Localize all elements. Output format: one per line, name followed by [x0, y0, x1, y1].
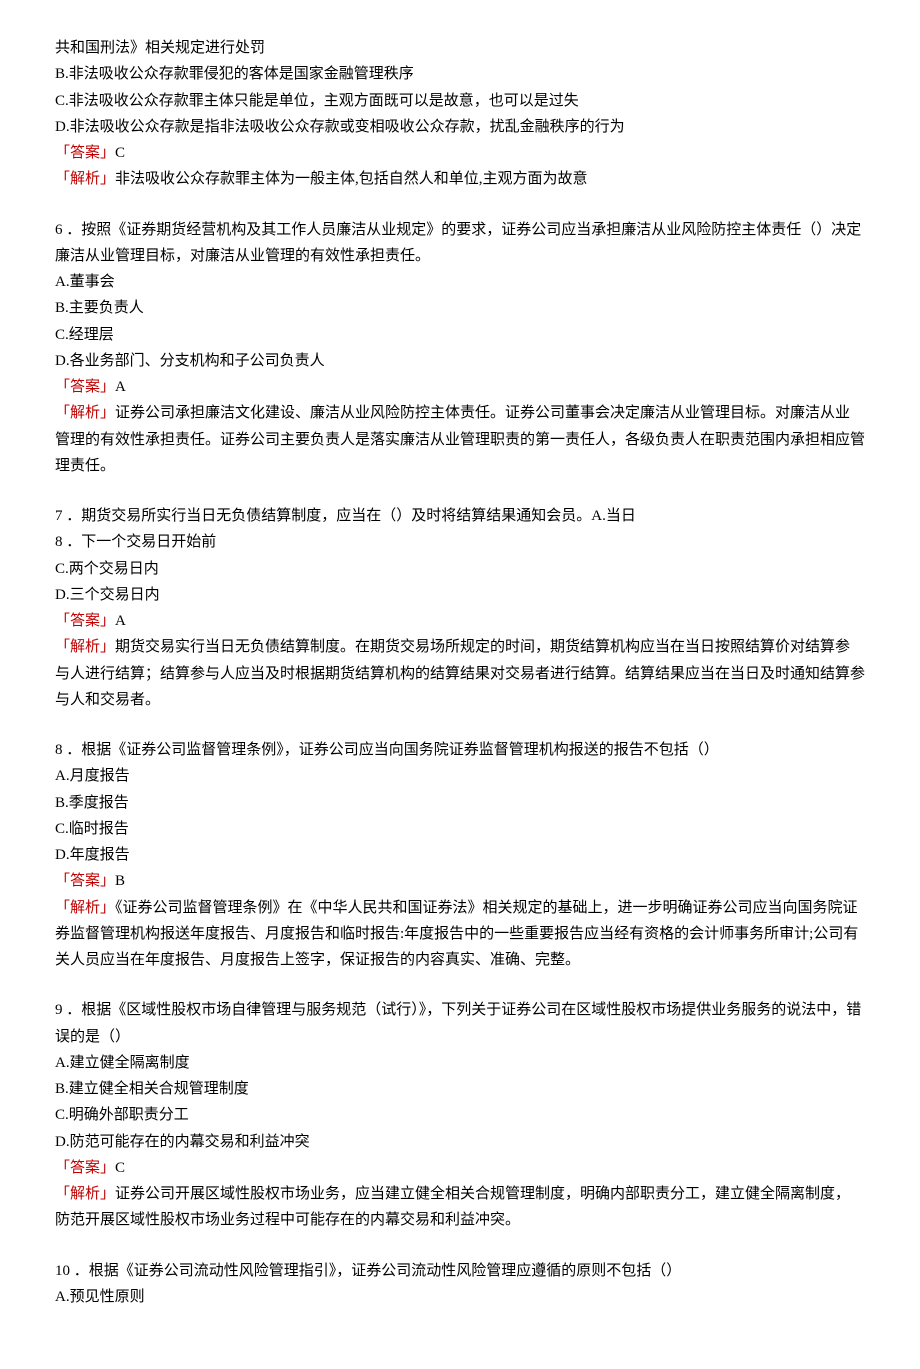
option-b: B.主要负责人 [55, 295, 865, 321]
explanation-label: 「解析」 [55, 900, 115, 916]
option-c: C.非法吸收公众存款罪主体只能是单位，主观方面既可以是故意，也可以是过失 [55, 88, 865, 114]
answer-value: C [115, 145, 125, 161]
explanation-line: 「解析」证券公司承担廉洁文化建设、廉洁从业风险防控主体责任。证券公司董事会决定廉… [55, 400, 865, 479]
option-continuation: 共和国刑法》相关规定进行处罚 [55, 35, 865, 61]
option-a: A.建立健全隔离制度 [55, 1050, 865, 1076]
question-10-partial: 10 ．根据《证券公司流动性风险管理指引》，证券公司流动性风险管理应遵循的原则不… [55, 1258, 865, 1311]
option-d: D.三个交易日内 [55, 582, 865, 608]
option-c: C.经理层 [55, 322, 865, 348]
answer-line: 「答案」B [55, 868, 865, 894]
question-6: 6 ．按照《证券期货经营机构及其工作人员廉洁从业规定》的要求，证券公司应当承担廉… [55, 217, 865, 480]
question-9: 9 ．根据《区域性股权市场自律管理与服务规范（试行）》，下列关于证券公司在区域性… [55, 997, 865, 1233]
option-c: C.明确外部职责分工 [55, 1102, 865, 1128]
option-d: D.非法吸收公众存款是指非法吸收公众存款或变相吸收公众存款，扰乱金融秩序的行为 [55, 114, 865, 140]
option-c: C.临时报告 [55, 816, 865, 842]
question-stem: 8 ．根据《证券公司监督管理条例》，证券公司应当向国务院证券监督管理机构报送的报… [55, 737, 865, 763]
explanation-label: 「解析」 [55, 171, 115, 187]
explanation-line: 「解析」非法吸收公众存款罪主体为一般主体,包括自然人和单位,主观方面为故意 [55, 166, 865, 192]
answer-label: 「答案」 [55, 873, 115, 889]
explanation-line: 「解析」《证券公司监督管理条例》在《中华人民共和国证券法》相关规定的基础上，进一… [55, 895, 865, 974]
option-a: A.董事会 [55, 269, 865, 295]
answer-label: 「答案」 [55, 613, 115, 629]
answer-line: 「答案」C [55, 1155, 865, 1181]
option-b: B.非法吸收公众存款罪侵犯的客体是国家金融管理秩序 [55, 61, 865, 87]
explanation-text: 非法吸收公众存款罪主体为一般主体,包括自然人和单位,主观方面为故意 [115, 171, 588, 187]
explanation-label: 「解析」 [55, 639, 115, 655]
answer-line: 「答案」C [55, 140, 865, 166]
question-stem: 9 ．根据《区域性股权市场自律管理与服务规范（试行）》，下列关于证券公司在区域性… [55, 997, 865, 1050]
explanation-label: 「解析」 [55, 405, 115, 421]
option-d: D.防范可能存在的内幕交易和利益冲突 [55, 1129, 865, 1155]
explanation-line: 「解析」期货交易实行当日无负债结算制度。在期货交易场所规定的时间，期货结算机构应… [55, 634, 865, 713]
answer-label: 「答案」 [55, 1160, 115, 1176]
question-7: 7 ．期货交易所实行当日无负债结算制度，应当在（）及时将结算结果通知会员。A.当… [55, 503, 865, 713]
answer-value: C [115, 1160, 125, 1176]
question-stem: 10 ．根据《证券公司流动性风险管理指引》，证券公司流动性风险管理应遵循的原则不… [55, 1258, 865, 1284]
explanation-text: 证券公司承担廉洁文化建设、廉洁从业风险防控主体责任。证券公司董事会决定廉洁从业管… [55, 405, 865, 474]
answer-value: B [115, 873, 125, 889]
explanation-label: 「解析」 [55, 1186, 115, 1202]
option-b: B.季度报告 [55, 790, 865, 816]
answer-value: A [115, 379, 126, 395]
option-a: A.预见性原则 [55, 1284, 865, 1310]
explanation-text: 《证券公司监督管理条例》在《中华人民共和国证券法》相关规定的基础上，进一步明确证… [55, 900, 858, 969]
option-c: C.两个交易日内 [55, 556, 865, 582]
option-a: A.月度报告 [55, 763, 865, 789]
explanation-text: 证券公司开展区域性股权市场业务，应当建立健全相关合规管理制度，明确内部职责分工，… [55, 1186, 850, 1228]
option-d: D.各业务部门、分支机构和子公司负责人 [55, 348, 865, 374]
option-b: B.建立健全相关合规管理制度 [55, 1076, 865, 1102]
option-d: D.年度报告 [55, 842, 865, 868]
explanation-line: 「解析」证券公司开展区域性股权市场业务，应当建立健全相关合规管理制度，明确内部职… [55, 1181, 865, 1234]
option-b: 8 ．下一个交易日开始前 [55, 529, 865, 555]
answer-label: 「答案」 [55, 145, 115, 161]
question-stem: 7 ．期货交易所实行当日无负债结算制度，应当在（）及时将结算结果通知会员。A.当… [55, 503, 865, 529]
explanation-text: 期货交易实行当日无负债结算制度。在期货交易场所规定的时间，期货结算机构应当在当日… [55, 639, 865, 708]
answer-value: A [115, 613, 126, 629]
question-stem: 6 ．按照《证券期货经营机构及其工作人员廉洁从业规定》的要求，证券公司应当承担廉… [55, 217, 865, 270]
question-8: 8 ．根据《证券公司监督管理条例》，证券公司应当向国务院证券监督管理机构报送的报… [55, 737, 865, 973]
answer-label: 「答案」 [55, 379, 115, 395]
question-5-partial: 共和国刑法》相关规定进行处罚 B.非法吸收公众存款罪侵犯的客体是国家金融管理秩序… [55, 35, 865, 193]
answer-line: 「答案」A [55, 374, 865, 400]
answer-line: 「答案」A [55, 608, 865, 634]
